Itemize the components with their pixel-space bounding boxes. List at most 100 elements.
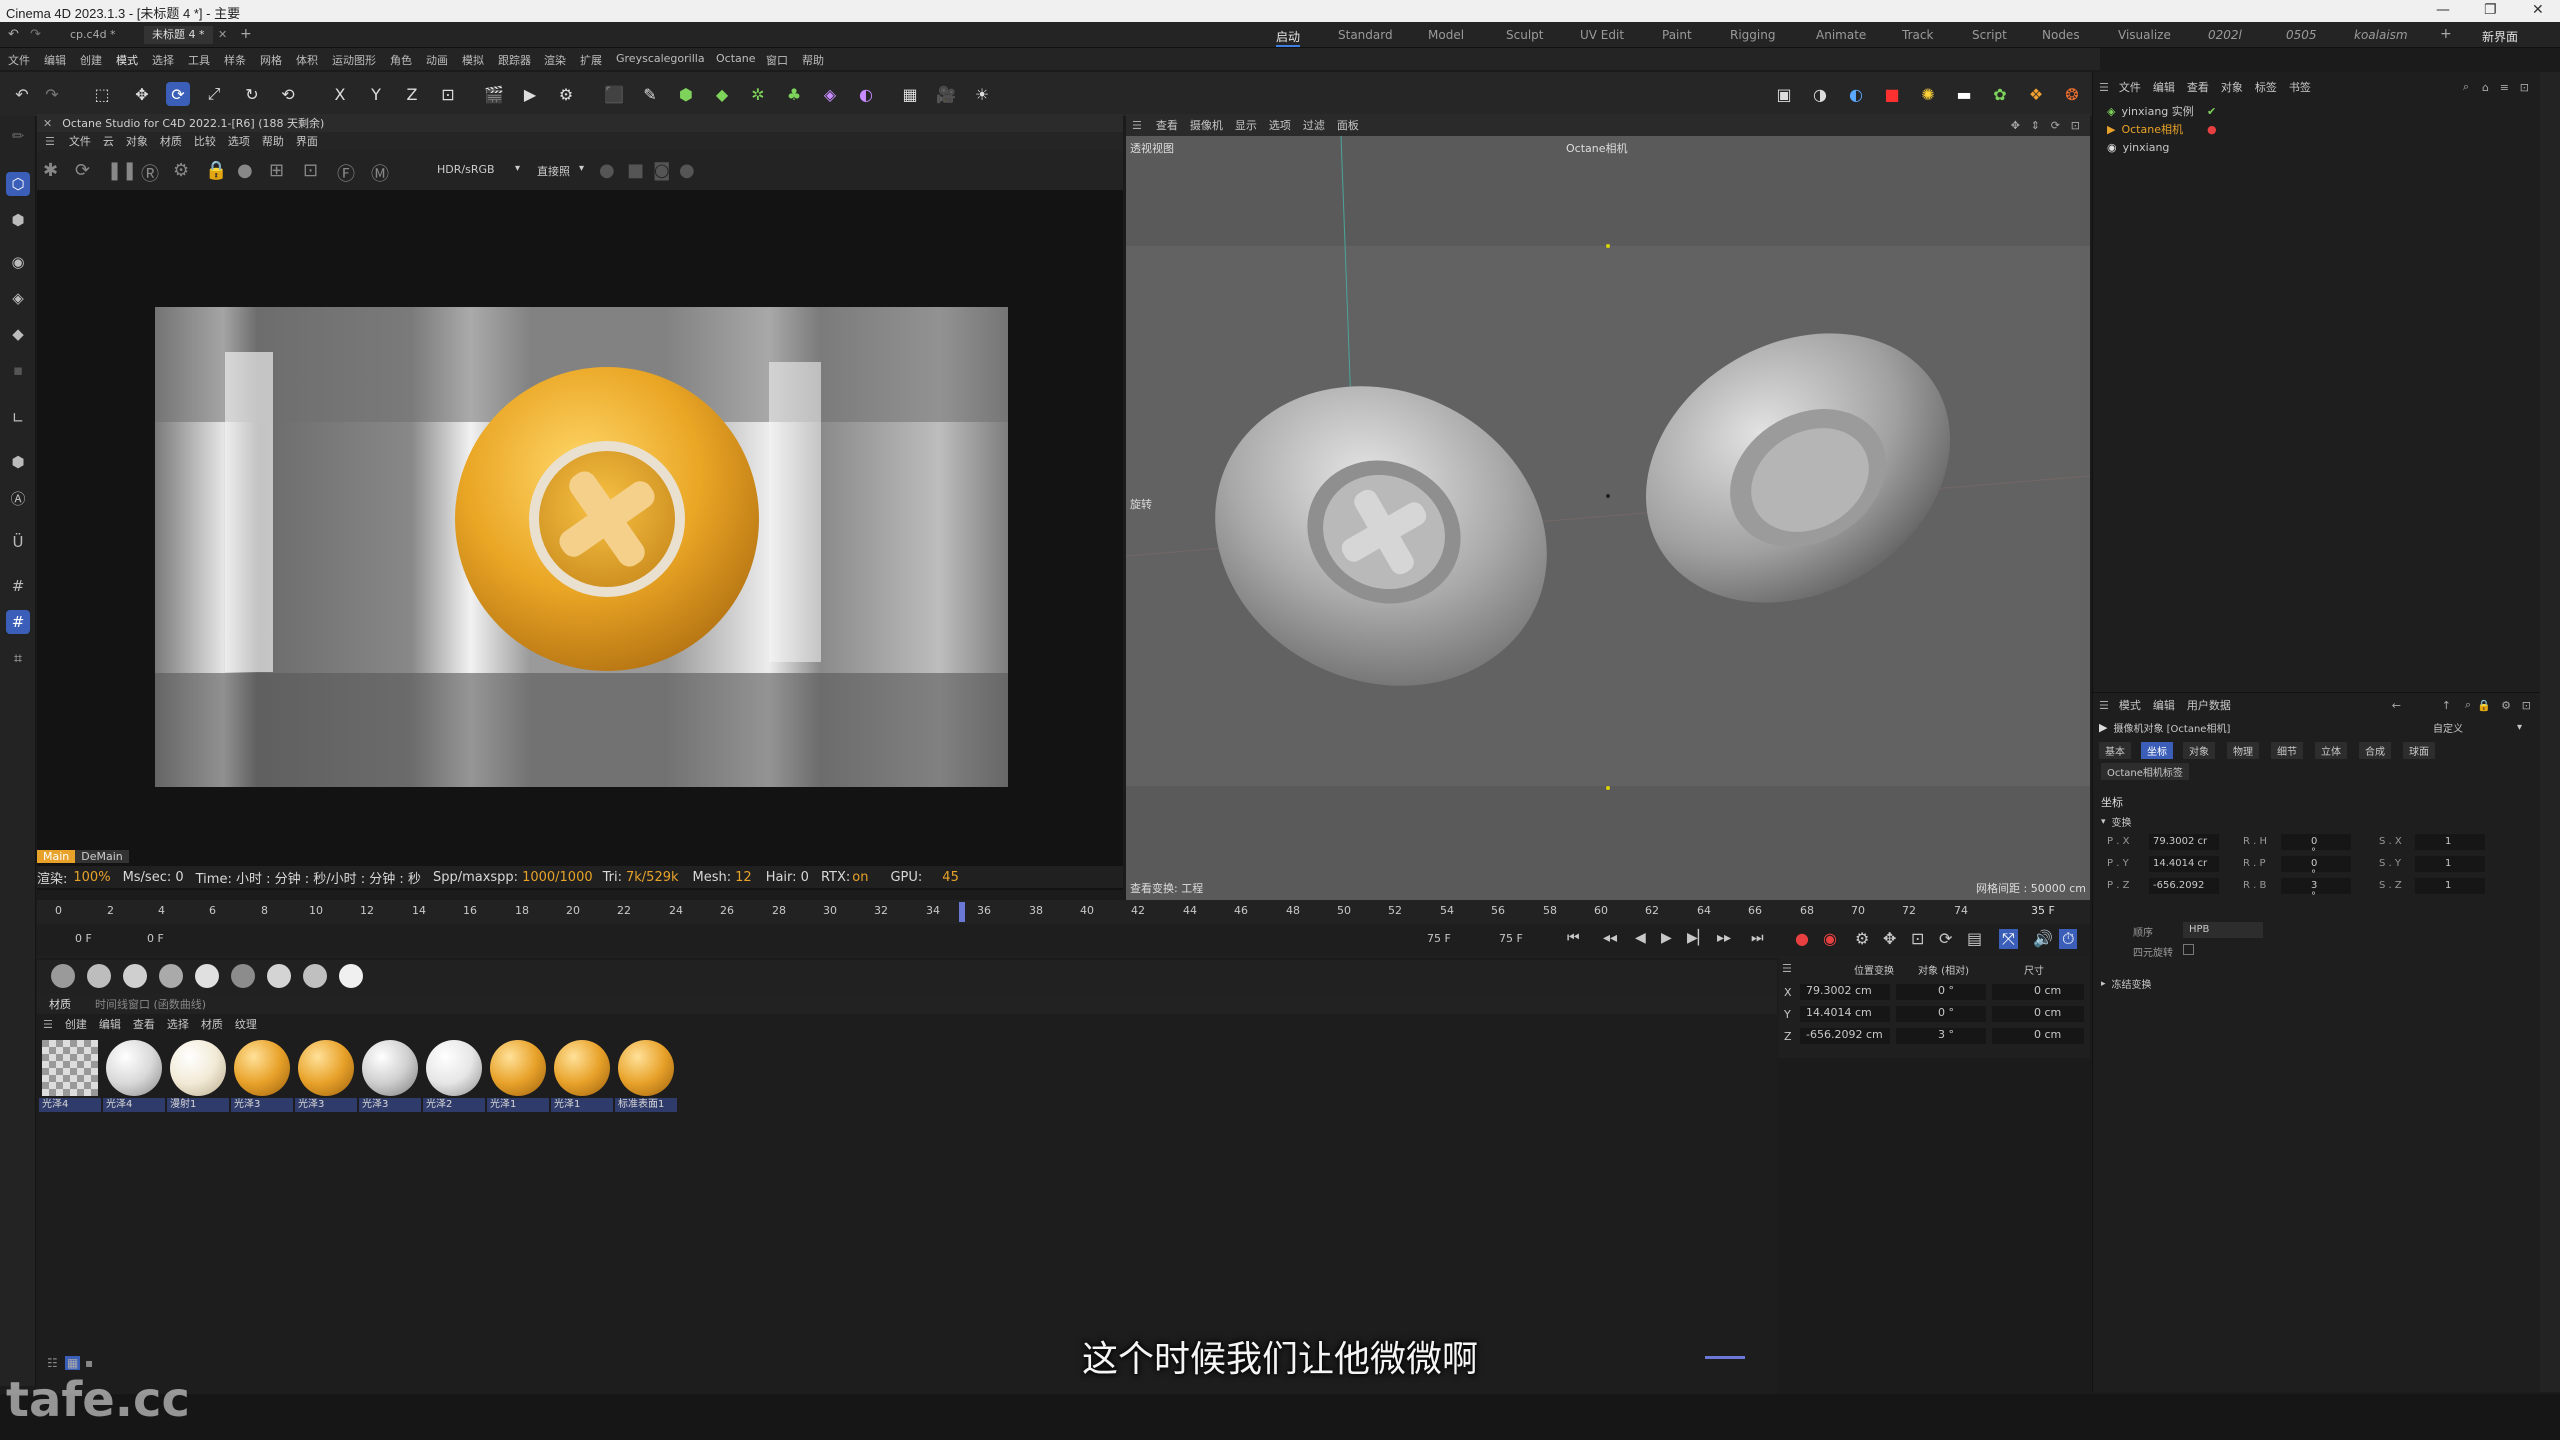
menu-volume[interactable]: 体积: [296, 52, 318, 68]
go-start-icon[interactable]: ⏮: [1567, 930, 1580, 946]
key-pla-icon[interactable]: ⤧: [1999, 929, 2018, 949]
octane-material-icon[interactable]: Ⓜ: [371, 160, 389, 186]
chevron-down-icon[interactable]: ▾: [579, 163, 584, 174]
coord-rot-p[interactable]: 0 °: [1896, 1006, 1986, 1022]
material-preview-icon[interactable]: [159, 964, 183, 988]
material-item[interactable]: 标准表面1: [615, 1040, 677, 1112]
material-item[interactable]: 光泽3: [359, 1040, 421, 1112]
menu-mesh[interactable]: 网格: [260, 52, 282, 68]
layout-tab-standard[interactable]: Standard: [1338, 28, 1393, 42]
field-r-p[interactable]: 0 °: [2281, 856, 2351, 880]
settings-icon[interactable]: ⚙: [2501, 699, 2511, 712]
subsection-freeze[interactable]: ▸ 冻结变换: [2101, 976, 2152, 992]
octane-menu-options[interactable]: 选项: [228, 133, 250, 149]
workplane-icon[interactable]: Ⓐ: [6, 486, 30, 510]
play-icon[interactable]: ▶: [1661, 930, 1672, 946]
field-s-x[interactable]: 1: [2415, 834, 2485, 850]
hamburger-icon[interactable]: ☰: [1782, 962, 1792, 975]
back-arrow-icon[interactable]: ←: [2392, 699, 2401, 712]
key-param-icon[interactable]: ▤: [1967, 929, 1982, 948]
attr-menu-edit[interactable]: 编辑: [2153, 697, 2175, 713]
vp-menu-cameras[interactable]: 摄像机: [1190, 117, 1223, 133]
home-icon[interactable]: ⌂: [2482, 81, 2489, 94]
material-preview-icon[interactable]: [123, 964, 147, 988]
octane-filter-icon[interactable]: Ⓕ: [337, 160, 355, 186]
next-key-icon[interactable]: ▸▸: [1717, 930, 1731, 946]
key-move-icon[interactable]: ✥: [1883, 929, 1896, 948]
coords-header-pos[interactable]: 位置变换: [1854, 962, 1894, 977]
redo-icon[interactable]: ↷: [40, 82, 64, 106]
attr-tab-object[interactable]: 对象: [2183, 742, 2215, 759]
preview-end-field[interactable]: 75 F: [1427, 932, 1451, 945]
object-item[interactable]: ◉ yinxiang: [2107, 138, 2527, 156]
material-preview-icon[interactable]: [231, 964, 255, 988]
material-preview-icon[interactable]: [267, 964, 291, 988]
close-panel-icon[interactable]: ✕: [43, 117, 52, 130]
expand-icon[interactable]: ⊡: [2522, 699, 2531, 712]
vp-zoom-icon[interactable]: ⇕: [2031, 119, 2040, 132]
keyframe-icon[interactable]: ⚙: [1855, 929, 1869, 948]
viewport-camera[interactable]: Octane相机: [1566, 140, 1628, 156]
axis-z-icon[interactable]: Z: [400, 82, 424, 106]
material-preview-icon[interactable]: [51, 964, 75, 988]
chevron-down-icon[interactable]: ▾: [2517, 722, 2522, 733]
coord-pos-z[interactable]: -656.2092 cm: [1800, 1028, 1890, 1044]
color-mode-select[interactable]: HDR/sRGB: [437, 163, 495, 176]
close-window-button[interactable]: ✕: [2532, 2, 2544, 18]
vp-rotate-icon[interactable]: ⟳: [2051, 119, 2060, 132]
vp-menu-display[interactable]: 显示: [1235, 117, 1257, 133]
add-layout-icon[interactable]: +: [2440, 26, 2452, 42]
rotate-icon[interactable]: ⟳: [166, 82, 190, 106]
material-preview-icon[interactable]: [87, 964, 111, 988]
snap-icon[interactable]: ⬢: [6, 450, 30, 474]
octane-send-icon[interactable]: ✱: [43, 160, 58, 181]
octane-scatter-icon[interactable]: ❖: [2024, 82, 2048, 106]
octane-pause-icon[interactable]: ❚❚: [107, 160, 137, 181]
layout-tab-nodes[interactable]: Nodes: [2042, 28, 2080, 42]
doc-tab-untitled[interactable]: 未标题 4 *: [144, 26, 213, 44]
layout-tab-track[interactable]: Track: [1902, 28, 1933, 42]
obj-menu-tags[interactable]: 标签: [2255, 79, 2277, 95]
vp-menu-filter[interactable]: 过滤: [1303, 117, 1325, 133]
key-scale-icon[interactable]: ⊡: [1911, 929, 1924, 948]
menu-help[interactable]: 帮助: [802, 52, 824, 68]
floor-icon[interactable]: ▦: [898, 82, 922, 106]
layout-tab-uvedit[interactable]: UV Edit: [1580, 28, 1624, 42]
octane-menu-cloud[interactable]: 云: [103, 133, 114, 149]
field-s-z[interactable]: 1: [2415, 878, 2485, 894]
coords-header-size[interactable]: 尺寸: [2024, 962, 2044, 977]
menu-tools[interactable]: 工具: [188, 52, 210, 68]
search-icon[interactable]: ⌕: [2463, 80, 2469, 94]
undo-icon[interactable]: ↶: [10, 82, 34, 106]
chevron-down-icon[interactable]: ▾: [515, 163, 520, 174]
points-mode-icon[interactable]: ◉: [6, 250, 30, 274]
tab-timeline[interactable]: 时间线窗口 (函数曲线): [95, 996, 206, 1012]
transform-icon[interactable]: ↻: [240, 82, 264, 106]
select-icon[interactable]: ⬚: [90, 82, 114, 106]
coords-header-mode[interactable]: 对象 (相对): [1918, 962, 1969, 977]
octane-settings-icon[interactable]: ⚙: [173, 160, 189, 181]
prev-frame-icon[interactable]: ◀: [1635, 930, 1646, 946]
render-settings-icon[interactable]: ⚙: [554, 82, 578, 106]
deformer-icon[interactable]: ◈: [818, 82, 842, 106]
key-rotate-icon[interactable]: ⟳: [1939, 929, 1952, 948]
lock-icon[interactable]: 🔒: [2477, 699, 2491, 712]
coord-system-icon[interactable]: ⊡: [436, 82, 460, 106]
layout-tab-paint[interactable]: Paint: [1662, 28, 1692, 42]
hamburger-icon[interactable]: ☰: [1132, 119, 1142, 132]
layout-tab-koalaism[interactable]: koalaism: [2354, 28, 2408, 42]
material-item[interactable]: 漫射1: [167, 1040, 229, 1112]
menu-character[interactable]: 角色: [390, 52, 412, 68]
up-arrow-icon[interactable]: ↑: [2442, 699, 2451, 712]
octane-material-icon[interactable]: ◑: [1808, 82, 1832, 106]
attr-tab-composition[interactable]: 合成: [2359, 742, 2391, 759]
octane-region-icon[interactable]: Ⓡ: [141, 160, 159, 186]
menu-simulate[interactable]: 模拟: [462, 52, 484, 68]
octane-stop-icon[interactable]: ■: [627, 160, 644, 181]
sound-icon[interactable]: 🔊: [2033, 929, 2053, 948]
mograph-icon[interactable]: ♣: [782, 82, 806, 106]
tag-demain[interactable]: DeMain: [75, 849, 129, 863]
field-s-y[interactable]: 1: [2415, 856, 2485, 872]
octane-env-icon[interactable]: ◐: [1844, 82, 1868, 106]
layout-tab-0505[interactable]: 0505: [2286, 28, 2317, 42]
